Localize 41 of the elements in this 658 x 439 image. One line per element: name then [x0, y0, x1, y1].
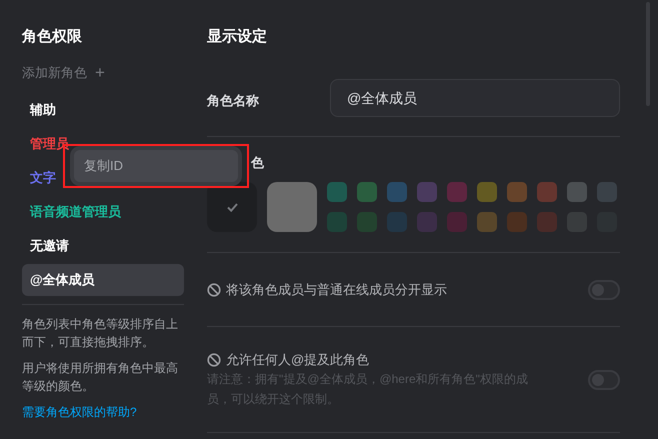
toggle-switch[interactable] — [588, 370, 620, 390]
default-color-swatch[interactable] — [207, 182, 257, 232]
color-swatch[interactable] — [327, 212, 347, 232]
field-label: 角色名称 — [207, 92, 260, 110]
help-note: 角色列表中角色等级排序自上而下，可直接拖拽排序。 — [22, 316, 179, 351]
color-swatch[interactable] — [567, 182, 587, 202]
color-swatch[interactable] — [417, 182, 437, 202]
color-swatch[interactable] — [447, 182, 467, 202]
toggle-switch[interactable] — [588, 280, 620, 300]
color-swatch[interactable] — [357, 182, 377, 202]
role-item[interactable]: 语音频道管理员 — [22, 196, 184, 228]
add-role-button[interactable]: 添加新角色 + — [22, 62, 105, 82]
check-icon — [226, 202, 238, 212]
color-swatch[interactable] — [387, 212, 407, 232]
color-swatch[interactable] — [537, 212, 557, 232]
role-item[interactable]: @全体成员 — [22, 264, 184, 296]
color-swatch[interactable] — [477, 212, 497, 232]
menu-item[interactable]: 复制ID — [74, 150, 238, 182]
color-swatch[interactable] — [507, 212, 527, 232]
color-swatch[interactable] — [597, 182, 617, 202]
color-swatch[interactable] — [507, 182, 527, 202]
color-swatch[interactable] — [447, 212, 467, 232]
help-note: 用户将使用所拥有角色中最高等级的颜色。 — [22, 360, 179, 395]
color-swatch[interactable] — [387, 182, 407, 202]
role-item[interactable]: 辅助 — [22, 94, 184, 126]
field-label: 色 — [251, 154, 264, 172]
help-link[interactable]: 需要角色权限的帮助? — [22, 403, 184, 421]
custom-color-swatch[interactable] — [267, 182, 317, 232]
role-item[interactable]: 无邀请 — [22, 230, 184, 262]
field-value[interactable]: @全体成员 — [330, 79, 620, 117]
setting-label: 允许任何人@提及此角色 — [226, 350, 370, 369]
setting-label: 将该角色成员与普通在线成员分开显示 — [226, 280, 447, 299]
color-swatch[interactable] — [327, 182, 347, 202]
blocked-icon — [207, 352, 221, 366]
color-swatch[interactable] — [357, 212, 377, 232]
color-swatch[interactable] — [537, 182, 557, 202]
blocked-icon — [207, 282, 221, 296]
sidebar-title: 角色权限 — [22, 27, 83, 47]
color-swatch[interactable] — [477, 182, 497, 202]
section-title: 显示设定 — [207, 27, 268, 47]
color-swatch[interactable] — [417, 212, 437, 232]
